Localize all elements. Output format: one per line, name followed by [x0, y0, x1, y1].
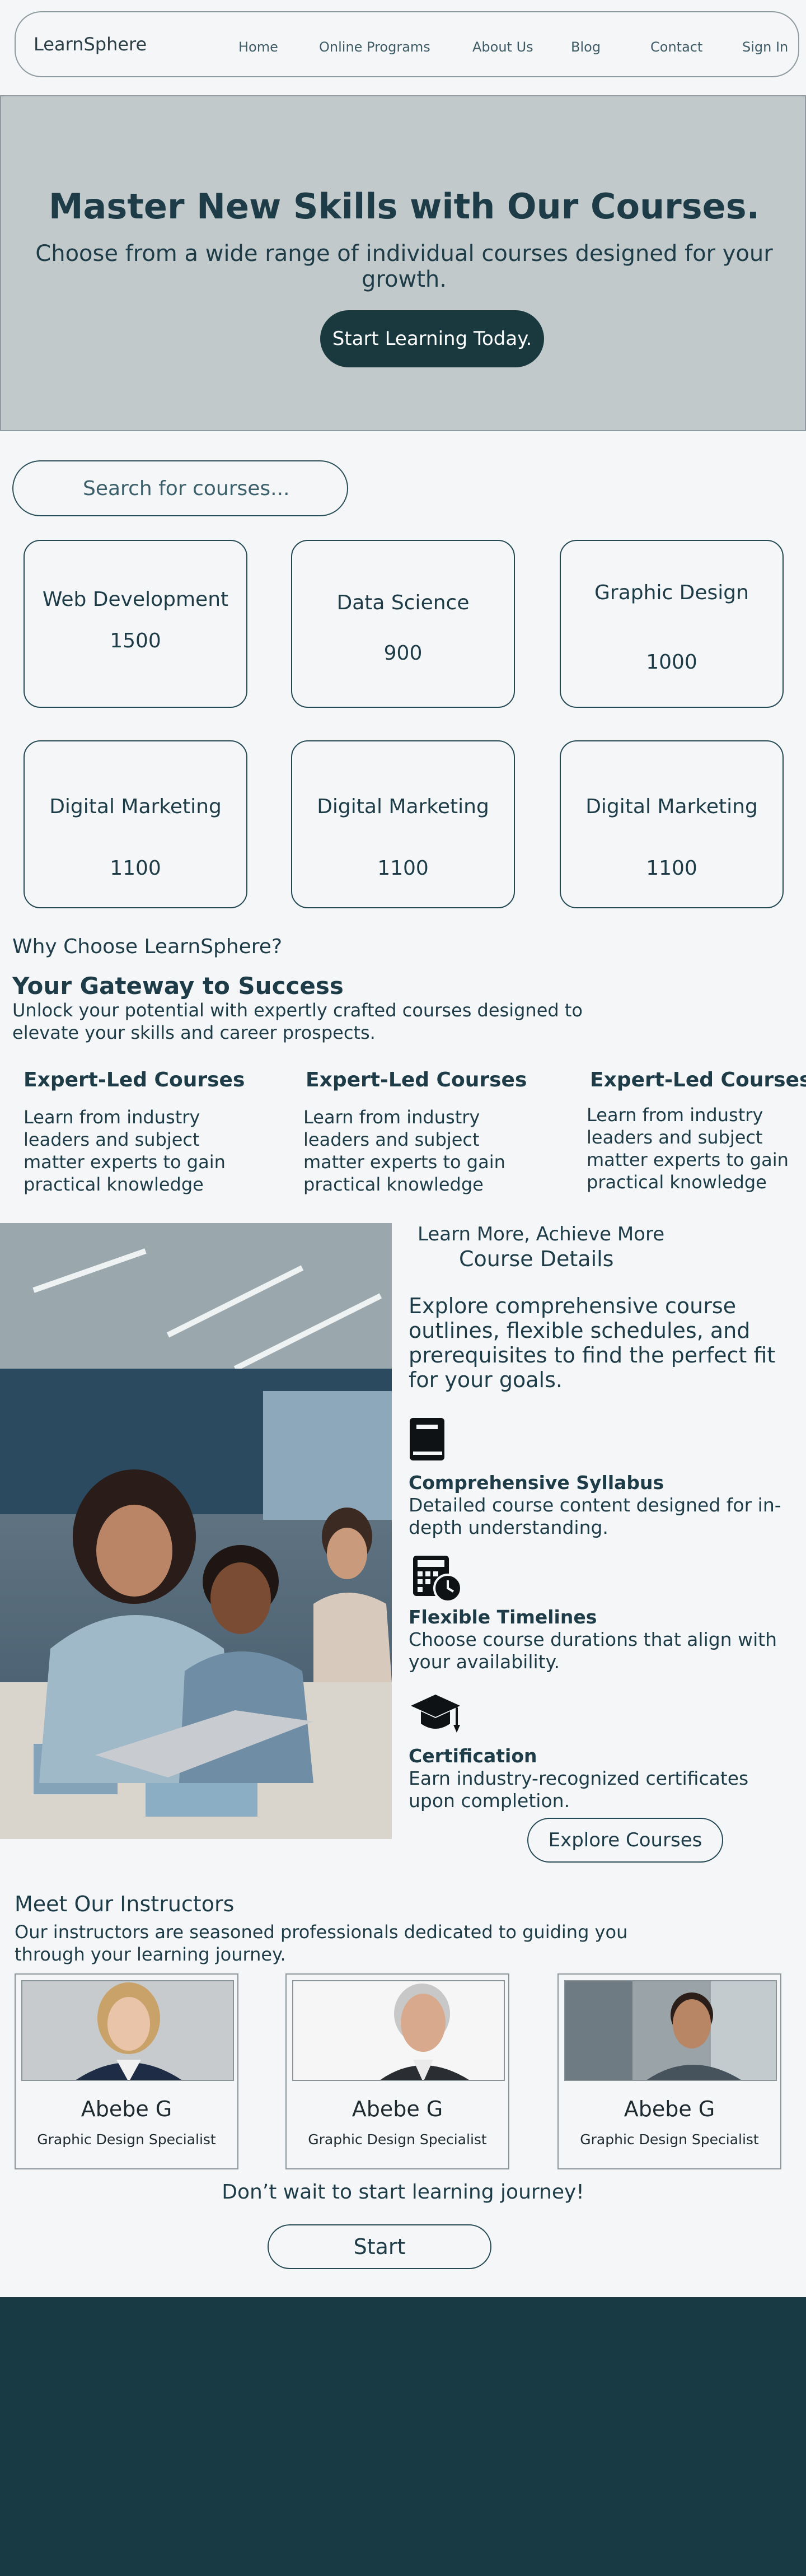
- why-heading: Your Gateway to Success: [12, 972, 344, 1000]
- hero-section: Master New Skills with Our Courses. Choo…: [0, 95, 806, 431]
- instructor-card[interactable]: Abebe G Graphic Design Specialist: [15, 1973, 238, 2169]
- nav-link-online-programs[interactable]: Online Programs: [319, 39, 430, 55]
- course-name: Digital Marketing: [49, 795, 222, 818]
- feature-title: Expert-Led Courses: [306, 1068, 527, 1091]
- details-item-title: Comprehensive Syllabus: [409, 1472, 664, 1494]
- feature-text: Learn from industry leaders and subject …: [24, 1107, 226, 1195]
- course-name: Digital Marketing: [585, 795, 758, 818]
- course-name: Graphic Design: [594, 581, 749, 604]
- details-item-text: Earn industry-recognized certificates up…: [409, 1767, 749, 1812]
- feature-title: Expert-Led Courses: [24, 1068, 245, 1091]
- instructors-text: Our instructors are seasoned professiona…: [15, 1921, 628, 1965]
- instructors-heading: Meet Our Instructors: [15, 1892, 235, 1916]
- instructor-role: Graphic Design Specialist: [580, 2131, 759, 2148]
- instructor-name: Abebe G: [624, 2097, 715, 2121]
- details-item-title: Flexible Timelines: [409, 1606, 597, 1628]
- nav-link-home[interactable]: Home: [238, 39, 278, 55]
- course-count: 1100: [646, 857, 697, 880]
- course-search-input[interactable]: Search for courses...: [12, 460, 348, 516]
- course-count: 1500: [110, 629, 161, 652]
- course-count: 1000: [646, 651, 697, 674]
- nav-link-sign-in[interactable]: Sign In: [742, 39, 788, 55]
- feature-text: Learn from industry leaders and subject …: [587, 1104, 789, 1193]
- course-count: 900: [383, 642, 423, 665]
- course-name: Data Science: [336, 591, 470, 614]
- nav-link-blog[interactable]: Blog: [571, 39, 601, 55]
- book-icon: [409, 1417, 465, 1467]
- nav-link-contact[interactable]: Contact: [650, 39, 702, 55]
- feature-block: Expert-Led Courses Learn from industry l…: [303, 1068, 527, 1196]
- instructor-photo: [564, 1980, 777, 2081]
- explore-courses-button[interactable]: Explore Courses: [527, 1818, 723, 1863]
- course-card-data-science[interactable]: Data Science 900: [291, 540, 515, 708]
- feature-title: Expert-Led Courses: [590, 1068, 806, 1091]
- hero-subtitle: Choose from a wide range of individual c…: [35, 241, 773, 292]
- course-card-web-development[interactable]: Web Development 1500: [24, 540, 247, 708]
- details-lead: Explore comprehensive course outlines, f…: [409, 1294, 776, 1392]
- top-navbar: LearnSphere Home Online Programs About U…: [15, 11, 799, 77]
- feature-text: Learn from industry leaders and subject …: [303, 1107, 505, 1195]
- footer: [0, 2297, 806, 2576]
- nav-link-about-us[interactable]: About Us: [472, 39, 533, 55]
- course-count: 1100: [110, 857, 161, 880]
- calculator-clock-icon: [409, 1555, 465, 1605]
- start-learning-button[interactable]: Start Learning Today.: [320, 310, 544, 367]
- site-logo[interactable]: LearnSphere: [34, 34, 147, 55]
- feature-block: Expert-Led Courses Learn from industry l…: [24, 1068, 245, 1196]
- cta-text: Don’t wait to start learning journey!: [222, 2181, 584, 2204]
- course-card-digital-marketing[interactable]: Digital Marketing 1100: [24, 740, 247, 908]
- hero-title: Master New Skills with Our Courses.: [48, 186, 760, 227]
- course-name: Digital Marketing: [317, 795, 489, 818]
- instructor-name: Abebe G: [81, 2097, 172, 2121]
- details-title: Course Details: [459, 1247, 614, 1271]
- details-item-text: Choose course durations that align with …: [409, 1628, 777, 1673]
- why-text: Unlock your potential with expertly craf…: [12, 1000, 583, 1043]
- feature-block: Expert-Led Courses Learn from industry l…: [587, 1068, 806, 1193]
- details-item-title: Certification: [409, 1745, 537, 1767]
- course-count: 1100: [377, 857, 429, 880]
- details-eyebrow: Learn More, Achieve More: [418, 1223, 665, 1245]
- instructor-name: Abebe G: [352, 2097, 443, 2121]
- students-classroom-photo: [0, 1223, 392, 1839]
- instructor-photo: [21, 1980, 234, 2081]
- course-card-digital-marketing[interactable]: Digital Marketing 1100: [560, 740, 784, 908]
- course-card-graphic-design[interactable]: Graphic Design 1000: [560, 540, 784, 708]
- details-item-text: Detailed course content designed for in-…: [409, 1494, 781, 1538]
- instructor-photo: [292, 1980, 505, 2081]
- graduation-cap-icon: [409, 1689, 465, 1739]
- instructor-role: Graphic Design Specialist: [308, 2131, 487, 2148]
- why-question: Why Choose LearnSphere?: [12, 935, 283, 958]
- instructor-card[interactable]: Abebe G Graphic Design Specialist: [285, 1973, 509, 2169]
- course-name: Web Development: [42, 588, 229, 611]
- course-card-digital-marketing[interactable]: Digital Marketing 1100: [291, 740, 515, 908]
- start-button[interactable]: Start: [268, 2224, 491, 2269]
- instructor-role: Graphic Design Specialist: [37, 2131, 216, 2148]
- instructor-card[interactable]: Abebe G Graphic Design Specialist: [557, 1973, 781, 2169]
